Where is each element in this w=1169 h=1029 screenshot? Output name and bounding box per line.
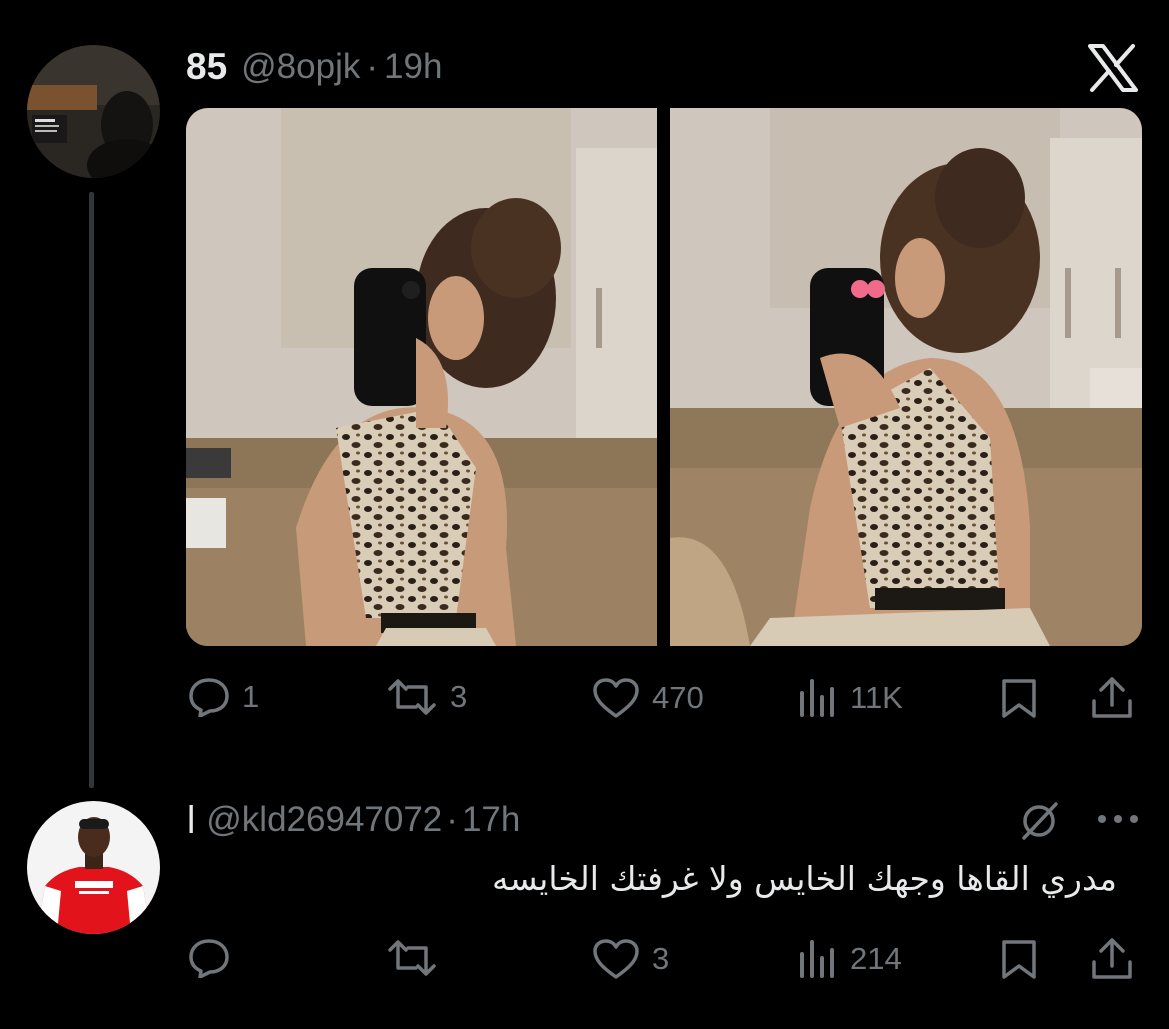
comment-bubble-icon [188, 677, 230, 717]
post-media-grid [186, 108, 1142, 646]
reply-header: ا @kld26947072 · 17h [186, 797, 520, 843]
reply-text: مدري القاها وجهك الخايس ولا غرفتك الخايس… [492, 859, 1117, 898]
heart-icon [592, 938, 640, 980]
reply-views-action[interactable]: 214 [798, 938, 902, 980]
views-count: 11K [850, 680, 903, 715]
repost-count: 3 [450, 679, 468, 714]
share-upload-icon[interactable] [1090, 936, 1134, 987]
author-avatar-image [27, 45, 160, 178]
bar-chart-icon [798, 677, 838, 719]
reply-views-count: 214 [850, 941, 902, 976]
reply-header-separator: · [446, 800, 458, 839]
header-separator: · [366, 47, 379, 86]
reply-avatar-image [27, 801, 160, 934]
media-photo-2[interactable] [670, 108, 1142, 646]
bar-chart-icon [798, 938, 838, 980]
post-header: 85 @8opjk · 19h [186, 44, 442, 90]
share-upload-icon[interactable] [1090, 675, 1134, 726]
reply-timestamp[interactable]: 17h [462, 800, 520, 840]
views-action[interactable]: 11K [798, 677, 903, 719]
grok-slash-circle-icon[interactable] [1018, 800, 1060, 847]
author-display-name[interactable]: 85 [186, 46, 227, 88]
reply-author-display-name[interactable]: ا [186, 799, 196, 842]
bookmark-icon[interactable] [1000, 677, 1038, 724]
author-avatar[interactable] [27, 45, 160, 178]
reply-like-action[interactable]: 3 [592, 938, 669, 980]
reply-repost-action[interactable] [386, 938, 450, 978]
more-dots-icon[interactable] [1096, 812, 1140, 831]
thread-connector-line [89, 192, 94, 788]
repost-arrows-icon [386, 938, 438, 978]
like-action[interactable]: 470 [592, 677, 704, 719]
comment-bubble-icon [188, 938, 230, 978]
repost-arrows-icon [386, 677, 438, 717]
x-logo-icon[interactable] [1088, 44, 1138, 92]
reply-reply-action[interactable] [188, 938, 242, 978]
heart-icon [592, 677, 640, 719]
media-photo-1[interactable] [186, 108, 657, 646]
repost-action[interactable]: 3 [386, 677, 467, 717]
media-divider [657, 108, 670, 646]
reply-count: 1 [242, 679, 260, 714]
reply-author-avatar[interactable] [27, 801, 160, 934]
reply-author-handle[interactable]: @kld26947072 [206, 800, 442, 840]
post-timestamp[interactable]: 19h [384, 47, 442, 87]
reply-like-count: 3 [652, 941, 670, 976]
reply-action[interactable]: 1 [188, 677, 259, 717]
bookmark-icon[interactable] [1000, 938, 1038, 985]
author-handle[interactable]: @8opjk [241, 47, 360, 87]
like-count: 470 [652, 680, 704, 715]
